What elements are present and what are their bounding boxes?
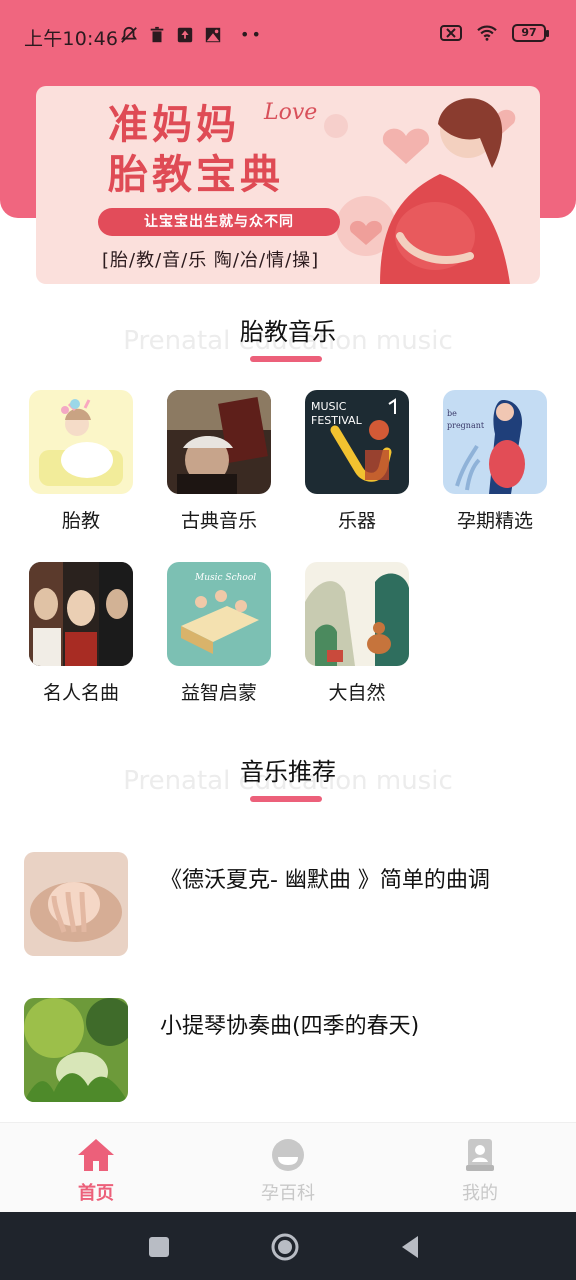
mother-baby-illustration	[29, 390, 133, 494]
banner-love-text: Love	[264, 100, 318, 125]
wifi-icon	[477, 25, 497, 41]
banner-slogan-pill: 让宝宝出生就与众不同	[98, 208, 340, 236]
image-icon	[205, 27, 221, 42]
recommendation-title: 小提琴协奏曲(四季的春天)	[160, 1014, 420, 1039]
status-bar: 上午10:46 •• 97	[0, 0, 576, 72]
pregnant-woman-illustration: be pregnant	[443, 390, 547, 494]
upload-icon	[177, 27, 193, 42]
home-button-icon[interactable]	[270, 1232, 300, 1262]
spring-grass-photo	[24, 998, 128, 1102]
recommendation-title: 《德沃夏克- 幽默曲 》简单的曲调	[160, 868, 490, 893]
banner-title-line2: 胎教宝典	[108, 151, 284, 198]
baby-hands-photo	[24, 852, 128, 956]
nav-label: 孕百科	[261, 1183, 315, 1204]
recommendation-item[interactable]: 小提琴协奏曲(四季的春天)	[24, 998, 554, 1102]
nav-encyclopedia[interactable]: 孕百科	[238, 1135, 338, 1205]
classical-composer-photo	[167, 390, 271, 494]
nav-home[interactable]: 首页	[46, 1135, 146, 1205]
recent-apps-icon[interactable]	[144, 1232, 174, 1262]
trash-icon	[150, 26, 164, 42]
svg-text:pregnant: pregnant	[447, 421, 485, 430]
banner-title-line1: 准妈妈	[108, 101, 240, 148]
category-label: 名人名曲	[42, 682, 119, 704]
pregnant-woman-illustration	[380, 98, 510, 284]
promo-banner[interactable]: 准妈妈 胎教宝典 Love 让宝宝出生就与众不同 [胎/教/音/乐 陶/冶/情/…	[36, 86, 540, 284]
category-label: 大自然	[328, 682, 386, 704]
section-underline	[250, 356, 322, 362]
section-underline	[250, 796, 322, 802]
banner-subtitle: [胎/教/音/乐 陶/冶/情/操]	[102, 250, 320, 271]
category-label: 古典音乐	[180, 510, 257, 532]
svg-text:Music School: Music School	[194, 573, 256, 583]
profile-icon	[466, 1139, 494, 1171]
section-header-recommend: Prenatal education music 音乐推荐	[0, 752, 576, 812]
category-pregnancy-picks[interactable]: be pregnant 孕期精选	[426, 390, 564, 533]
back-button-icon[interactable]	[396, 1232, 426, 1262]
bottom-navigation: 首页 孕百科 我的	[0, 1122, 576, 1212]
category-prenatal[interactable]: 胎教	[12, 390, 150, 533]
encyclopedia-icon	[272, 1139, 304, 1171]
recommendation-item[interactable]: 《德沃夏克- 幽默曲 》简单的曲调	[24, 852, 554, 956]
mute-bell-icon	[121, 26, 137, 43]
category-instruments[interactable]: MUSIC FESTIVAL 乐器	[288, 390, 426, 533]
category-label: 胎教	[61, 510, 100, 532]
famous-composers-portraits	[29, 562, 133, 666]
music-festival-saxophone: MUSIC FESTIVAL	[305, 390, 409, 494]
music-school-kids: Music School	[167, 562, 271, 666]
status-notification-icons: ••	[120, 25, 263, 44]
status-time: 上午10:46	[24, 28, 119, 50]
battery-icon: 97	[512, 24, 549, 42]
category-nature[interactable]: 大自然	[288, 562, 426, 705]
category-label: 乐器	[337, 510, 376, 532]
svg-text:MUSIC: MUSIC	[311, 400, 347, 413]
svg-text:be: be	[447, 409, 457, 418]
category-classical[interactable]: 古典音乐	[150, 390, 288, 533]
system-navigation-bar	[0, 1212, 576, 1280]
category-label: 孕期精选	[456, 510, 533, 532]
svg-text:FESTIVAL: FESTIVAL	[311, 414, 363, 427]
category-enlightenment[interactable]: Music School 益智启蒙	[150, 562, 288, 705]
sim-off-icon	[440, 25, 462, 41]
section-title: 胎教音乐	[240, 318, 336, 346]
banner-title: 准妈妈 胎教宝典	[108, 100, 284, 200]
nav-label: 首页	[78, 1183, 114, 1204]
nav-profile[interactable]: 我的	[430, 1135, 530, 1205]
nature-deer-illustration	[305, 562, 409, 666]
section-header-music: Prenatal education music 胎教音乐	[0, 312, 576, 372]
more-dots-icon: ••	[240, 25, 263, 44]
nav-label: 我的	[462, 1183, 498, 1204]
category-famous-songs[interactable]: 名人名曲	[12, 562, 150, 705]
status-system-icons: 97	[440, 24, 549, 42]
section-title: 音乐推荐	[240, 758, 336, 786]
home-icon	[78, 1139, 114, 1171]
category-label: 益智启蒙	[180, 682, 257, 704]
